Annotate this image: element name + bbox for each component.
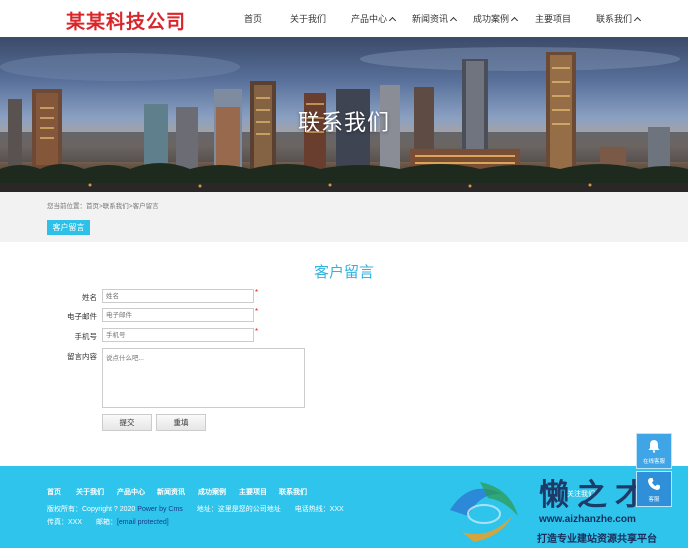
header: 某某科技公司 首页 关于我们 产品中心 新闻资讯 成功案例 主要项目 联系我们	[0, 0, 688, 37]
site-logo[interactable]: 某某科技公司	[66, 7, 186, 34]
footer-fax: 传真：XXX	[47, 519, 83, 526]
nav-contact[interactable]: 联系我们	[596, 12, 642, 25]
footer-address: 地址：这里是您的公司地址	[196, 506, 281, 513]
page-banner: 联系我们	[0, 37, 688, 192]
required-mark: *	[255, 288, 259, 297]
footer-contact-line: 传真：XXX 邮箱：[email protected]	[47, 517, 169, 527]
footer-copyright-line: 版权所有：Copyright ? 2020 Power by Cms 地址：这里…	[47, 504, 344, 514]
breadcrumb-contact[interactable]: 联系我们	[103, 203, 129, 210]
name-label: 姓名	[82, 293, 97, 302]
chevron-up-icon	[510, 16, 519, 25]
nav-about[interactable]: 关于我们	[290, 12, 326, 25]
message-label: 留言内容	[67, 352, 97, 361]
reset-button[interactable]: 重填	[156, 414, 206, 431]
nav-news[interactable]: 新闻资讯	[412, 12, 458, 25]
email-input[interactable]	[102, 308, 254, 322]
footer-nav-about[interactable]: 关于我们	[76, 487, 104, 497]
chevron-up-icon	[449, 16, 458, 25]
footer-email-label: 邮箱：	[95, 519, 117, 526]
footer-nav-home[interactable]: 首页	[47, 487, 61, 497]
footer-email[interactable]: [email protected]	[117, 519, 169, 526]
banner-title: 联系我们	[297, 111, 390, 136]
footer-nav-contact[interactable]: 联系我们	[279, 487, 307, 497]
power-link[interactable]: Power by Cms	[137, 506, 183, 513]
breadcrumb-home[interactable]: 首页	[86, 203, 99, 210]
breadcrumb-band: 您当前位置：首页>联系我们>客户留言 客户留言	[0, 192, 688, 242]
copyright-text: 版权所有：Copyright ? 2020	[47, 506, 136, 513]
footer-nav-news[interactable]: 新闻资讯	[157, 487, 185, 497]
online-service-label: 在线客服	[642, 459, 665, 465]
required-mark: *	[255, 307, 259, 316]
chevron-up-icon	[388, 16, 397, 25]
email-label: 电子邮件	[67, 312, 97, 321]
footer-nav-cases[interactable]: 成功案例	[198, 487, 226, 497]
nav-cases[interactable]: 成功案例	[473, 12, 519, 25]
phone-label: 手机号	[74, 332, 98, 341]
nav-products[interactable]: 产品中心	[351, 12, 397, 25]
name-input[interactable]	[102, 289, 254, 303]
phone-service-button[interactable]: 客服	[636, 471, 672, 507]
chevron-up-icon	[633, 16, 642, 25]
breadcrumb-prefix: 您当前位置：	[47, 203, 86, 210]
footer-nav-products[interactable]: 产品中心	[117, 487, 145, 497]
phone-icon	[648, 478, 660, 490]
required-mark: *	[255, 327, 259, 336]
phone-input[interactable]	[102, 328, 254, 342]
footer-phone: 电话热线：XXX	[294, 506, 344, 513]
watermark-url: www.aizhanzhe.com	[539, 514, 636, 525]
breadcrumb: 您当前位置：首页>联系我们>客户留言	[47, 200, 159, 210]
nav-projects[interactable]: 主要项目	[535, 12, 571, 25]
nav-home[interactable]: 首页	[244, 12, 262, 25]
phone-service-label: 客服	[648, 497, 660, 503]
tab-customer-message[interactable]: 客户留言	[47, 220, 90, 235]
message-textarea[interactable]	[102, 348, 305, 408]
bell-icon	[648, 440, 660, 453]
footer-nav-projects[interactable]: 主要项目	[239, 487, 267, 497]
form-title: 客户留言	[313, 263, 374, 281]
breadcrumb-current: 客户留言	[132, 203, 159, 210]
online-service-button[interactable]: 在线客服	[636, 433, 672, 469]
page: 某某科技公司 首页 关于我们 产品中心 新闻资讯 成功案例 主要项目 联系我们	[0, 0, 688, 548]
submit-button[interactable]: 提交	[102, 414, 152, 431]
watermark-tagline: 打造专业建站资源共享平台	[537, 534, 657, 545]
